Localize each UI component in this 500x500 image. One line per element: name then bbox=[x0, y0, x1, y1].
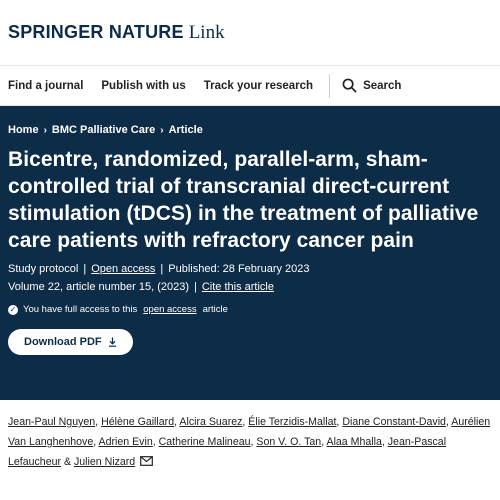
author-link[interactable]: Adrien Evin bbox=[99, 436, 153, 448]
breadcrumb-home[interactable]: Home bbox=[8, 124, 39, 136]
author-list: Jean-Paul Nguyen, Hélène Gaillard, Alcir… bbox=[8, 416, 491, 468]
brand-suffix: Link bbox=[188, 22, 225, 43]
download-icon bbox=[108, 337, 116, 348]
author-link[interactable]: Hélène Gaillard bbox=[101, 416, 174, 428]
published-date: Published: 28 February 2023 bbox=[168, 263, 310, 276]
meta-divider: | bbox=[160, 263, 164, 276]
brand-bar: SPRINGER NATURE Link bbox=[0, 0, 500, 66]
breadcrumb-journal[interactable]: BMC Palliative Care bbox=[52, 124, 155, 136]
access-notice: ✓ You have full access to this open acce… bbox=[8, 304, 492, 315]
nav-track-research[interactable]: Track your research bbox=[204, 80, 313, 92]
main-nav: Find a journal Publish with us Track you… bbox=[0, 66, 500, 106]
check-icon: ✓ bbox=[8, 304, 18, 315]
breadcrumb: Home › BMC Palliative Care › Article bbox=[8, 124, 492, 136]
nav-find-journal[interactable]: Find a journal bbox=[8, 80, 83, 92]
article-meta: Study protocol | Open access | Published… bbox=[8, 260, 492, 278]
author-link[interactable]: Son V. O. Tan bbox=[256, 436, 321, 448]
mail-icon[interactable] bbox=[140, 456, 154, 466]
access-open-access-link[interactable]: open access bbox=[143, 304, 196, 315]
springer-nature-logo[interactable]: SPRINGER NATURE Link bbox=[8, 23, 225, 42]
access-suffix: article bbox=[202, 304, 228, 316]
author-link[interactable]: Alaa Mhalla bbox=[327, 436, 382, 448]
author-link[interactable]: Julien Nizard bbox=[74, 456, 135, 468]
cite-article-link[interactable]: Cite this article bbox=[202, 278, 274, 296]
article-type: Study protocol bbox=[8, 263, 79, 276]
nav-divider bbox=[329, 73, 331, 98]
search-label: Search bbox=[363, 79, 402, 92]
search-icon bbox=[342, 78, 357, 93]
search-button[interactable]: Search bbox=[342, 78, 401, 93]
meta-divider: | bbox=[194, 281, 197, 294]
open-access-link[interactable]: Open access bbox=[91, 260, 155, 278]
author-link[interactable]: Diane Constant-David bbox=[342, 416, 446, 428]
article-header: Home › BMC Palliative Care › Article Bic… bbox=[0, 106, 500, 400]
download-pdf-label: Download PDF bbox=[24, 336, 102, 349]
author-link[interactable]: Jean-Paul Nguyen bbox=[8, 416, 95, 428]
breadcrumb-article: Article bbox=[168, 124, 203, 136]
article-volume: Volume 22, article number 15, (2023) bbox=[8, 281, 189, 294]
author-link[interactable]: Alcira Suarez bbox=[179, 416, 242, 428]
author-link[interactable]: Élie Terzidis-Mallat bbox=[248, 416, 336, 428]
brand-name: SPRINGER NATURE bbox=[8, 22, 184, 42]
article-title: Bicentre, randomized, parallel-arm, sham… bbox=[8, 148, 479, 253]
article-volume-row: Volume 22, article number 15, (2023) | C… bbox=[8, 278, 492, 296]
author-link[interactable]: Catherine Malineau bbox=[159, 436, 251, 448]
nav-publish-with-us[interactable]: Publish with us bbox=[101, 80, 185, 92]
meta-divider: | bbox=[83, 263, 87, 276]
access-prefix: You have full access to this bbox=[23, 304, 138, 316]
breadcrumb-chevron-icon: › bbox=[43, 124, 47, 136]
breadcrumb-chevron-icon: › bbox=[160, 124, 164, 136]
download-pdf-button[interactable]: Download PDF bbox=[8, 329, 133, 356]
